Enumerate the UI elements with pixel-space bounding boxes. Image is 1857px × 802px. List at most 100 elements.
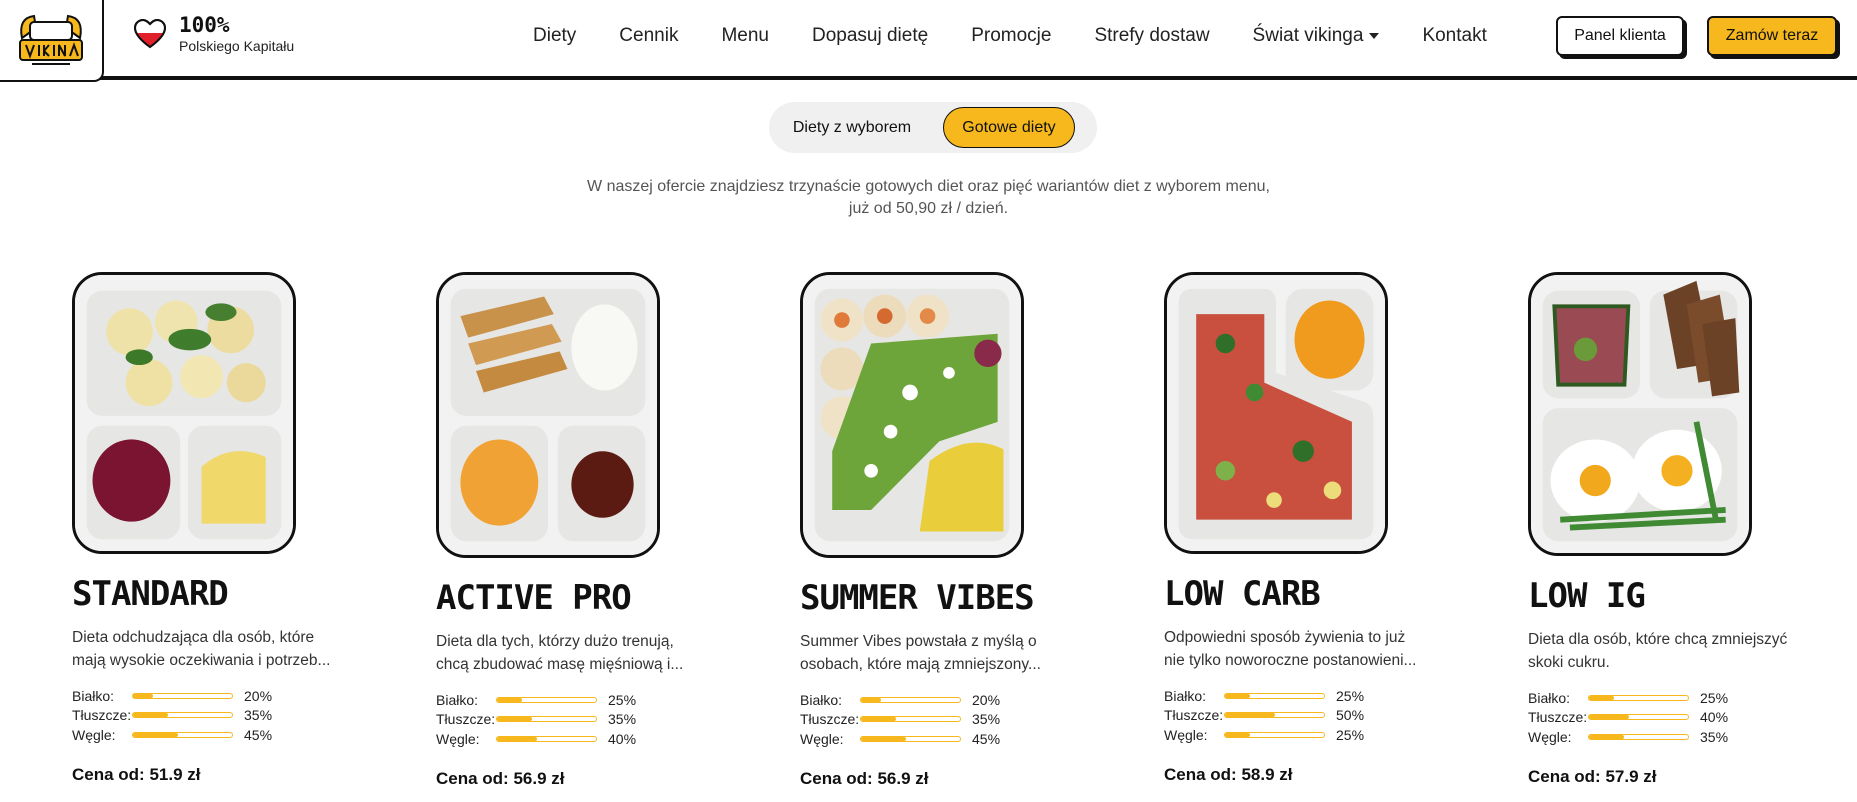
diet-card-summer-vibes[interactable]: Summer Vibes Summer Vibes powstała z myś… bbox=[800, 272, 1100, 789]
diet-title: Standard bbox=[72, 574, 229, 614]
macro-row-carbs: Węgle: 45% bbox=[72, 725, 372, 745]
diet-title: Summer Vibes bbox=[800, 578, 1035, 618]
diet-image-low-carb[interactable] bbox=[1164, 272, 1388, 554]
diet-price: Cena od: 56.9 zł bbox=[436, 768, 565, 788]
macro-value: 40% bbox=[608, 730, 637, 747]
meal-tray-image bbox=[1167, 275, 1385, 551]
nav-item-swiat-vikinga[interactable]: Świat vikinga bbox=[1253, 25, 1380, 47]
diet-description-line: Dieta dla osób, które chcą zmniejszyć bbox=[1528, 631, 1788, 648]
diet-description: Dieta odchudzająca dla osób, które mają … bbox=[72, 626, 342, 672]
macro-bar bbox=[132, 731, 233, 738]
macro-label: Białko: bbox=[800, 691, 843, 708]
intro-line-2: już od 50,90 zł / dzień. bbox=[848, 200, 1009, 217]
diet-card-low-ig[interactable]: Low IG Dieta dla osób, które chcą zmniej… bbox=[1528, 272, 1828, 787]
macro-row-carbs: Węgle: 40% bbox=[436, 729, 736, 749]
diet-description-line: Dieta dla tych, którzy dużo trenują, bbox=[436, 633, 674, 650]
macro-label: Tłuszcze: bbox=[436, 711, 496, 728]
diet-title: Low Carb bbox=[1164, 574, 1321, 614]
macro-value: 25% bbox=[1700, 689, 1729, 706]
macro-value: 45% bbox=[972, 730, 1001, 747]
nav-item-strefy-dostaw[interactable]: Strefy dostaw bbox=[1094, 25, 1209, 47]
macro-bar bbox=[132, 712, 233, 719]
macro-row-fat: Tłuszcze: 35% bbox=[800, 710, 1100, 730]
macro-value: 35% bbox=[608, 711, 637, 728]
main-nav: Diety Cennik Menu Dopasuj dietę Promocje… bbox=[533, 0, 1530, 72]
macro-row-fat: Tłuszcze: 35% bbox=[436, 710, 736, 730]
diet-price: Cena od: 51.9 zł bbox=[72, 764, 201, 784]
diet-image-active-pro[interactable] bbox=[436, 272, 660, 558]
macro-row-carbs: Węgle: 25% bbox=[1164, 725, 1464, 745]
macro-label: Węgle: bbox=[800, 730, 844, 747]
nav-item-kontakt[interactable]: Kontakt bbox=[1422, 25, 1486, 47]
diet-card-standard[interactable]: Standard Dieta odchudzająca dla osób, kt… bbox=[72, 272, 372, 785]
diet-description: Odpowiedni sposób żywienia to już nie ty… bbox=[1164, 626, 1434, 672]
macro-label: Białko: bbox=[72, 687, 115, 704]
macro-bar bbox=[860, 696, 961, 703]
macro-bar bbox=[1588, 694, 1689, 701]
macro-label: Tłuszcze: bbox=[1528, 709, 1588, 726]
macro-bar bbox=[1588, 714, 1689, 721]
macro-label: Tłuszcze: bbox=[1164, 707, 1224, 724]
macro-label: Tłuszcze: bbox=[72, 707, 132, 724]
site-header: 100% Polskiego Kapitału Diety Cennik Men… bbox=[0, 0, 1857, 82]
diet-description: Summer Vibes powstała z myślą o osobach,… bbox=[800, 630, 1070, 676]
macro-value: 20% bbox=[972, 691, 1001, 708]
macro-value: 25% bbox=[1336, 687, 1365, 704]
toggle-option-diety-z-wyborem[interactable]: Diety z wyborem bbox=[777, 107, 927, 148]
diet-card-low-carb[interactable]: Low Carb Odpowiedni sposób żywienia to j… bbox=[1164, 272, 1464, 785]
diet-image-summer-vibes[interactable] bbox=[800, 272, 1024, 558]
diet-title: Low IG bbox=[1528, 576, 1646, 616]
macro-row-fat: Tłuszcze: 50% bbox=[1164, 706, 1464, 726]
nav-item-swiat-vikinga-label: Świat vikinga bbox=[1252, 25, 1364, 46]
macro-row-fat: Tłuszcze: 40% bbox=[1528, 708, 1828, 728]
macro-label: Tłuszcze: bbox=[800, 711, 860, 728]
nav-item-menu[interactable]: Menu bbox=[721, 25, 769, 47]
macro-label: Węgle: bbox=[1528, 728, 1572, 745]
diet-image-standard[interactable] bbox=[72, 272, 296, 554]
macro-label: Węgle: bbox=[1164, 726, 1208, 743]
diet-description-line: Summer Vibes powstała z myślą o bbox=[800, 633, 1037, 650]
intro-line-1: W naszej ofercie znajdziesz trzynaście g… bbox=[587, 178, 1270, 195]
macro-value: 45% bbox=[244, 726, 273, 743]
chevron-down-icon bbox=[1369, 33, 1380, 39]
toggle-option-gotowe-diety[interactable]: Gotowe diety bbox=[943, 107, 1075, 148]
macro-value: 35% bbox=[972, 711, 1001, 728]
nav-item-cennik[interactable]: Cennik bbox=[619, 25, 678, 47]
intro-text: W naszej ofercie znajdziesz trzynaście g… bbox=[560, 176, 1297, 220]
nav-item-dopasuj-diete[interactable]: Dopasuj dietę bbox=[812, 25, 928, 47]
macros-block: Białko: 25% Tłuszcze: 40% Węgle: 35% bbox=[1528, 688, 1828, 747]
macro-value: 50% bbox=[1336, 707, 1365, 724]
diet-type-toggle: Diety z wyborem Gotowe diety bbox=[769, 102, 1097, 153]
diet-description: Dieta dla tych, którzy dużo trenują, chc… bbox=[436, 630, 706, 676]
macro-value: 25% bbox=[1336, 726, 1365, 743]
viking-logo[interactable] bbox=[0, 0, 104, 82]
macros-block: Białko: 20% Tłuszcze: 35% Węgle: 45% bbox=[72, 686, 372, 745]
viking-logo-icon bbox=[19, 14, 83, 65]
polish-capital-badge: 100% Polskiego Kapitału bbox=[133, 14, 294, 54]
macro-row-protein: Białko: 25% bbox=[1528, 688, 1828, 708]
macro-row-protein: Białko: 25% bbox=[436, 690, 736, 710]
diet-description: Dieta dla osób, które chcą zmniejszyć sk… bbox=[1528, 628, 1798, 674]
diet-price: Cena od: 56.9 zł bbox=[800, 768, 929, 788]
nav-item-promocje[interactable]: Promocje bbox=[971, 25, 1051, 47]
macro-value: 20% bbox=[244, 687, 273, 704]
macro-value: 35% bbox=[244, 707, 273, 724]
macros-block: Białko: 20% Tłuszcze: 35% Węgle: 45% bbox=[800, 690, 1100, 749]
diet-description-line: osobach, które mają zmniejszony... bbox=[800, 656, 1041, 673]
heart-flag-icon bbox=[133, 19, 167, 49]
diet-description-line: skoki cukru. bbox=[1528, 654, 1610, 671]
macro-value: 40% bbox=[1700, 709, 1729, 726]
diet-card-active-pro[interactable]: Active Pro Dieta dla tych, którzy dużo t… bbox=[436, 272, 736, 789]
order-now-button[interactable]: Zamów teraz bbox=[1707, 16, 1837, 56]
nav-item-diety[interactable]: Diety bbox=[533, 25, 576, 47]
client-panel-button[interactable]: Panel klienta bbox=[1556, 16, 1684, 56]
macro-label: Białko: bbox=[436, 691, 479, 708]
diet-image-low-ig[interactable] bbox=[1528, 272, 1752, 556]
diet-description-line: nie tylko noworoczne postanowieni... bbox=[1164, 652, 1417, 669]
macros-block: Białko: 25% Tłuszcze: 35% Węgle: 40% bbox=[436, 690, 736, 749]
macro-bar bbox=[1224, 731, 1325, 738]
macro-label: Węgle: bbox=[436, 730, 480, 747]
capital-subtitle: Polskiego Kapitału bbox=[179, 38, 295, 54]
macro-row-fat: Tłuszcze: 35% bbox=[72, 706, 372, 726]
diet-title: Active Pro bbox=[436, 578, 632, 618]
